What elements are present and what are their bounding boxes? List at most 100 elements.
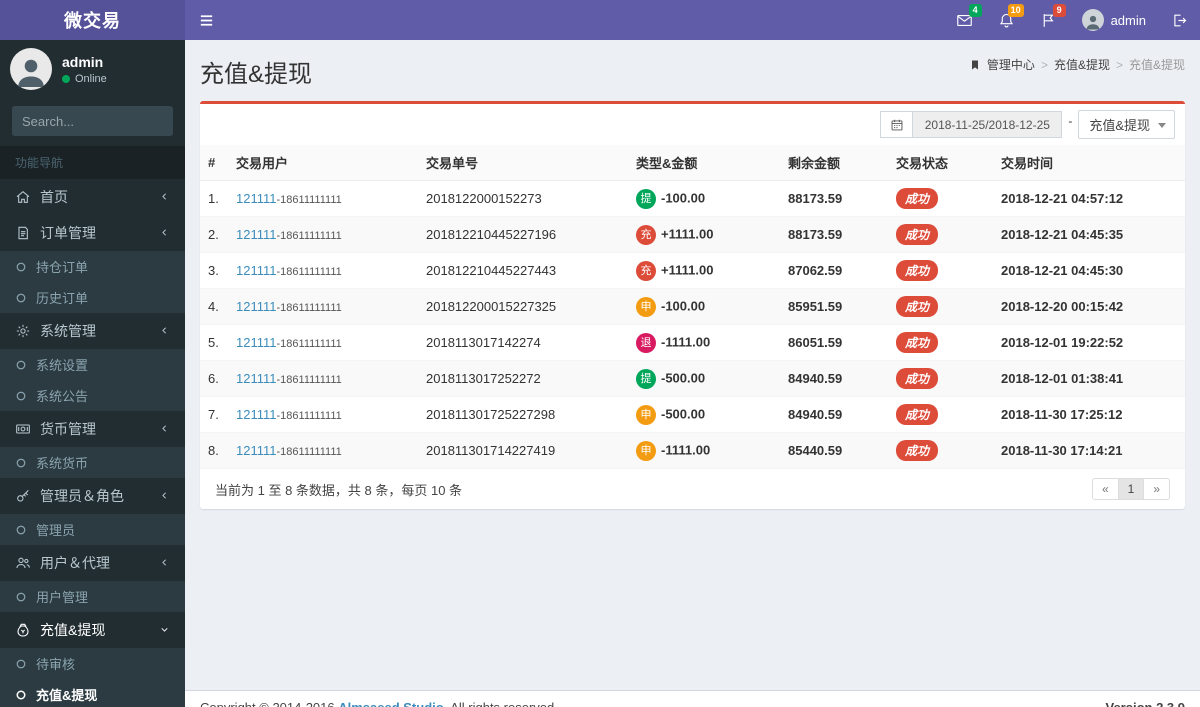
count-badge: 9 <box>1052 4 1066 17</box>
sidebar-item-system-settings[interactable]: 系统设置 <box>0 349 185 380</box>
user-link[interactable]: 121111 <box>236 335 277 350</box>
sidebar-item-currency-manage[interactable]: 货币管理 <box>0 411 185 447</box>
circle-o-icon <box>15 261 27 273</box>
pagination-page-1[interactable]: 1 <box>1117 478 1145 500</box>
sidebar-item-user-manage[interactable]: 用户管理 <box>0 581 185 612</box>
bookmark-icon <box>969 59 981 71</box>
brand-logo[interactable]: 微交易 <box>0 0 185 40</box>
pagination: « 1 » <box>1091 478 1170 500</box>
sidebar-item-label: 充值&提现 <box>36 688 98 703</box>
filter-separator: - <box>1068 114 1073 128</box>
chevron-left-icon <box>159 323 170 339</box>
sidebar-toggle-button[interactable] <box>185 0 227 40</box>
amount: +1111.00 <box>661 261 714 277</box>
box-footer: 当前为 1 至 8 条数据，共 8 条，每页 10 条 « 1 » <box>200 468 1185 509</box>
circle-o-icon <box>15 359 27 371</box>
order-number: 201812210445227196 <box>418 216 628 253</box>
row-index: 2. <box>200 216 228 253</box>
circle-o-icon <box>15 457 27 469</box>
row-index: 8. <box>200 432 228 468</box>
transaction-time: 2018-12-01 01:38:41 <box>1001 371 1124 386</box>
circle-o-icon <box>15 524 27 536</box>
user-phone: -18611111111 <box>276 338 342 350</box>
circle-o-icon <box>15 390 27 402</box>
hamburger-icon <box>198 12 215 29</box>
sidebar-item-system-notice[interactable]: 系统公告 <box>0 380 185 411</box>
table-body: 1. 121111-18611111111 2018122000152273 提… <box>200 180 1185 468</box>
users-icon <box>15 555 31 571</box>
sidebar-item-admin-role[interactable]: 管理员＆角色 <box>0 478 185 514</box>
breadcrumb-current: 充值&提现 <box>1128 58 1185 72</box>
flags-button[interactable]: 9 <box>1028 0 1070 40</box>
order-number: 2018122000152273 <box>418 180 628 217</box>
pagination-next[interactable]: » <box>1143 478 1170 500</box>
user-link[interactable]: 121111 <box>236 443 277 458</box>
user-link[interactable]: 121111 <box>236 227 277 242</box>
sidebar-search <box>12 106 173 136</box>
sidebar-item-user-agent[interactable]: 用户＆代理 <box>0 545 185 581</box>
sidebar-item-position-orders[interactable]: 持仓订单 <box>0 251 185 282</box>
balance: 84940.59 <box>788 407 843 422</box>
user-phone: -18611111111 <box>276 374 342 386</box>
table-row: 7. 121111-18611111111 201811301725227298… <box>200 396 1185 433</box>
sidebar-item-order-manage[interactable]: 订单管理 <box>0 215 185 251</box>
status-badge: 成功 <box>896 260 939 281</box>
key-icon <box>15 488 31 504</box>
transaction-time: 2018-11-30 17:25:12 <box>1001 407 1123 422</box>
online-dot-icon <box>62 74 70 83</box>
messages-button[interactable]: 4 <box>944 0 986 40</box>
sidebar-item-pending-review[interactable]: 待审核 <box>0 648 185 679</box>
sidebar-item-label: 持仓订单 <box>36 260 89 275</box>
user-link[interactable]: 121111 <box>236 191 277 206</box>
breadcrumb-link[interactable]: 管理中心 <box>987 56 1035 73</box>
sidebar-item-system-manage[interactable]: 系统管理 <box>0 313 185 349</box>
user-link[interactable]: 121111 <box>236 299 277 314</box>
user-link[interactable]: 121111 <box>236 371 277 386</box>
chevron-left-icon <box>159 555 170 571</box>
circle-o-icon <box>15 689 27 701</box>
sidebar-item-recharge-withdraw-list[interactable]: 充值&提现 <box>0 679 185 707</box>
logout-button[interactable] <box>1158 0 1200 40</box>
sidebar-section-header: 功能导航 <box>0 146 185 179</box>
row-index: 4. <box>200 288 228 325</box>
count-badge: 10 <box>1007 4 1024 17</box>
user-link[interactable]: 121111 <box>236 263 277 278</box>
navbar-username: admin <box>1110 12 1146 28</box>
col-header: # <box>200 145 228 181</box>
studio-link[interactable]: Almsaeed Studio <box>338 700 443 707</box>
row-index: 6. <box>200 360 228 397</box>
sidebar-item-history-orders[interactable]: 历史订单 <box>0 282 185 313</box>
user-phone: -18611111111 <box>276 194 342 206</box>
transaction-time: 2018-12-01 19:22:52 <box>1001 335 1124 350</box>
balance: 86051.59 <box>788 335 843 350</box>
calendar-addon[interactable] <box>880 111 913 138</box>
breadcrumb-link[interactable]: 充值&提现 <box>1054 56 1110 73</box>
amount: -500.00 <box>661 369 706 385</box>
type-badge: 充 <box>636 224 656 245</box>
user-link[interactable]: 121111 <box>236 407 277 422</box>
sidebar-menu: 首页 订单管理 持仓订单 历史订单 系统管理 系统设置 系统公告 货币管理 系统… <box>0 179 185 707</box>
date-range-input[interactable] <box>912 111 1063 138</box>
search-input[interactable] <box>12 106 173 136</box>
col-header: 交易时间 <box>993 145 1185 181</box>
table-header-row: # 交易用户 交易单号 类型&金额 剩余金额 交易状态 交易时间 <box>200 145 1185 181</box>
result-summary: 当前为 1 至 8 条数据，共 8 条，每页 10 条 <box>215 482 463 498</box>
sidebar-item-home[interactable]: 首页 <box>0 179 185 215</box>
user-menu[interactable]: admin <box>1070 0 1158 40</box>
order-number: 201812200015227325 <box>418 288 628 325</box>
sidebar-item-system-currency[interactable]: 系统货币 <box>0 447 185 478</box>
type-badge: 申 <box>636 440 656 461</box>
sidebar-item-recharge-withdraw[interactable]: 充值&提现 <box>0 612 185 648</box>
type-select[interactable]: 充值&提现 <box>1078 110 1175 139</box>
pagination-prev[interactable]: « <box>1091 478 1119 500</box>
type-badge: 申 <box>636 404 656 425</box>
sidebar-user-panel: admin Online <box>0 40 185 98</box>
sidebar-item-admin[interactable]: 管理员 <box>0 514 185 545</box>
transaction-time: 2018-12-20 00:15:42 <box>1001 299 1124 314</box>
sidebar-item-label: 历史订单 <box>36 291 89 306</box>
balance: 84940.59 <box>788 371 843 386</box>
balance: 88173.59 <box>788 191 843 206</box>
amount: -500.00 <box>661 405 706 421</box>
amount: -100.00 <box>661 189 706 205</box>
notifications-button[interactable]: 10 <box>986 0 1028 40</box>
